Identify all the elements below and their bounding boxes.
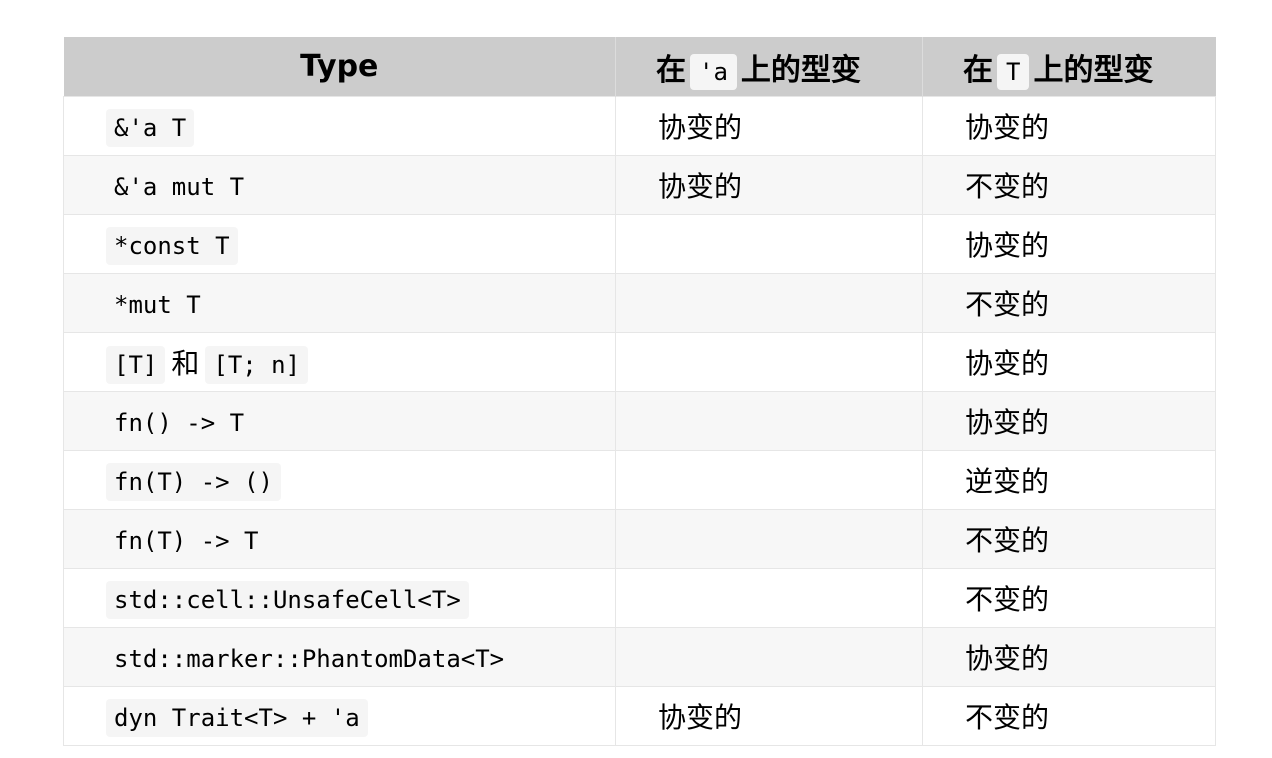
type-code: *const T <box>106 226 238 265</box>
table-row: &'a T 协变的 协变的 <box>63 96 1216 156</box>
type-code: [T; n] <box>205 346 309 384</box>
type-code: std::cell::UnsafeCell<T> <box>106 580 469 619</box>
variance-a-cell <box>615 273 923 333</box>
type-cell: std::cell::UnsafeCell<T> <box>63 568 616 628</box>
header-variance-a-prefix: 在 <box>656 52 686 88</box>
type-code: [T] <box>106 346 166 384</box>
table-row: [T] 和 [T; n] 协变的 <box>63 332 1216 392</box>
table-row: fn(T) -> () 逆变的 <box>63 450 1216 510</box>
header-variance-a-suffix: 上的型变 <box>740 52 861 88</box>
table-row: &'a mut T 协变的 不变的 <box>63 155 1216 215</box>
type-code: dyn Trait<T> + 'a <box>106 698 368 737</box>
table-row: *mut T 不变的 <box>63 273 1216 333</box>
variance-a-cell: 协变的 <box>615 686 923 746</box>
variance-t-cell: 不变的 <box>922 509 1216 569</box>
variance-a-cell <box>615 568 923 628</box>
type-code: std::marker::PhantomData<T> <box>114 644 505 673</box>
table-row: dyn Trait<T> + 'a 协变的 不变的 <box>63 686 1216 746</box>
variance-a-cell <box>615 214 923 274</box>
table-header-row: Type 在'a 上的型变 在 T 上的型变 <box>63 37 1216 97</box>
variance-t-cell: 逆变的 <box>922 450 1216 510</box>
variance-t-cell: 不变的 <box>922 273 1216 333</box>
variance-t-cell: 不变的 <box>922 155 1216 215</box>
variance-a-cell <box>615 391 923 451</box>
header-variance-t-suffix: 上的型变 <box>1033 52 1154 88</box>
type-cell: std::marker::PhantomData<T> <box>63 627 616 687</box>
type-code: fn(T) -> T <box>114 526 259 555</box>
variance-a-cell: 协变的 <box>615 96 923 156</box>
variance-t-cell: 协变的 <box>922 96 1216 156</box>
type-cell: *const T <box>63 214 616 274</box>
header-variance-t-prefix: 在 <box>963 52 993 88</box>
variance-a-cell <box>615 450 923 510</box>
table-row: std::cell::UnsafeCell<T> 不变的 <box>63 568 1216 628</box>
variance-t-cell: 协变的 <box>922 332 1216 392</box>
variance-t-cell: 不变的 <box>922 568 1216 628</box>
type-code: &'a mut T <box>114 172 245 201</box>
type-code: fn(T) -> () <box>106 462 281 501</box>
type-cell: &'a mut T <box>63 155 616 215</box>
type-cell: fn(T) -> T <box>63 509 616 569</box>
type-cell: &'a T <box>63 96 616 156</box>
header-variance-t: 在 T 上的型变 <box>922 37 1216 97</box>
header-variance-a: 在'a 上的型变 <box>615 37 923 97</box>
variance-t-cell: 不变的 <box>922 686 1216 746</box>
table-row: std::marker::PhantomData<T> 协变的 <box>63 627 1216 687</box>
variance-a-cell <box>615 332 923 392</box>
type-join-word: 和 <box>171 347 200 380</box>
type-code: &'a T <box>106 108 195 147</box>
header-variance-a-code: 'a <box>690 53 737 90</box>
variance-t-cell: 协变的 <box>922 391 1216 451</box>
type-cell: dyn Trait<T> + 'a <box>63 686 616 746</box>
type-cell: [T] 和 [T; n] <box>63 332 616 392</box>
table-row: fn(T) -> T 不变的 <box>63 509 1216 569</box>
variance-table-container: Type 在'a 上的型变 在 T 上的型变 &'a T 协变的 协变的 &'a mu… <box>63 37 1216 746</box>
table-row: fn() -> T 协变的 <box>63 391 1216 451</box>
variance-t-cell: 协变的 <box>922 627 1216 687</box>
variance-a-cell <box>615 627 923 687</box>
variance-a-cell <box>615 509 923 569</box>
type-cell: fn() -> T <box>63 391 616 451</box>
type-cell: fn(T) -> () <box>63 450 616 510</box>
variance-t-cell: 协变的 <box>922 214 1216 274</box>
variance-a-cell: 协变的 <box>615 155 923 215</box>
type-cell: *mut T <box>63 273 616 333</box>
header-variance-t-code: T <box>997 53 1030 90</box>
type-code: *mut T <box>114 290 201 319</box>
variance-table: Type 在'a 上的型变 在 T 上的型变 &'a T 协变的 协变的 &'a mu… <box>63 37 1216 746</box>
table-row: *const T 协变的 <box>63 214 1216 274</box>
header-type: Type <box>63 37 616 97</box>
type-code: fn() -> T <box>114 408 245 437</box>
